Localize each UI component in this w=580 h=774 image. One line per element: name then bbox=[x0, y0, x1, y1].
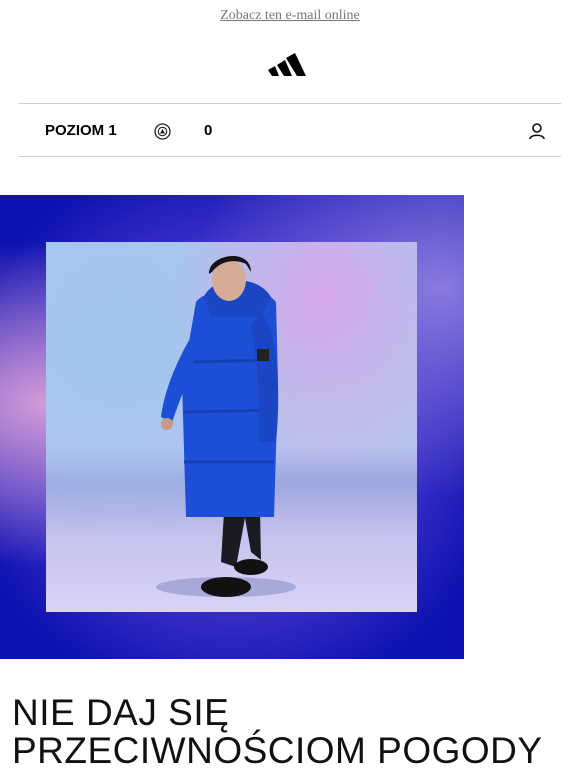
model-figure bbox=[156, 255, 296, 597]
headline-line-2: PRZECIWNOŚCIOM POGODY bbox=[12, 730, 543, 771]
points-value: 0 bbox=[204, 122, 213, 139]
profile-icon[interactable] bbox=[528, 122, 546, 140]
adidas-logo-icon[interactable] bbox=[268, 52, 306, 78]
headline-line-1: NIE DAJ SIĘ bbox=[12, 692, 230, 733]
hero-banner[interactable] bbox=[0, 195, 464, 659]
hero-photo[interactable] bbox=[46, 242, 417, 612]
headline: NIE DAJ SIĘ PRZECIWNOŚCIOM POGODY bbox=[12, 694, 572, 770]
member-status-bar: POZIOM 1 0 bbox=[19, 103, 561, 157]
view-online-link[interactable]: Zobacz ten e-mail online bbox=[220, 8, 360, 23]
points-badge-icon bbox=[154, 123, 171, 140]
member-level: POZIOM 1 bbox=[45, 122, 117, 139]
view-online-bar: Zobacz ten e-mail online bbox=[0, 6, 580, 24]
